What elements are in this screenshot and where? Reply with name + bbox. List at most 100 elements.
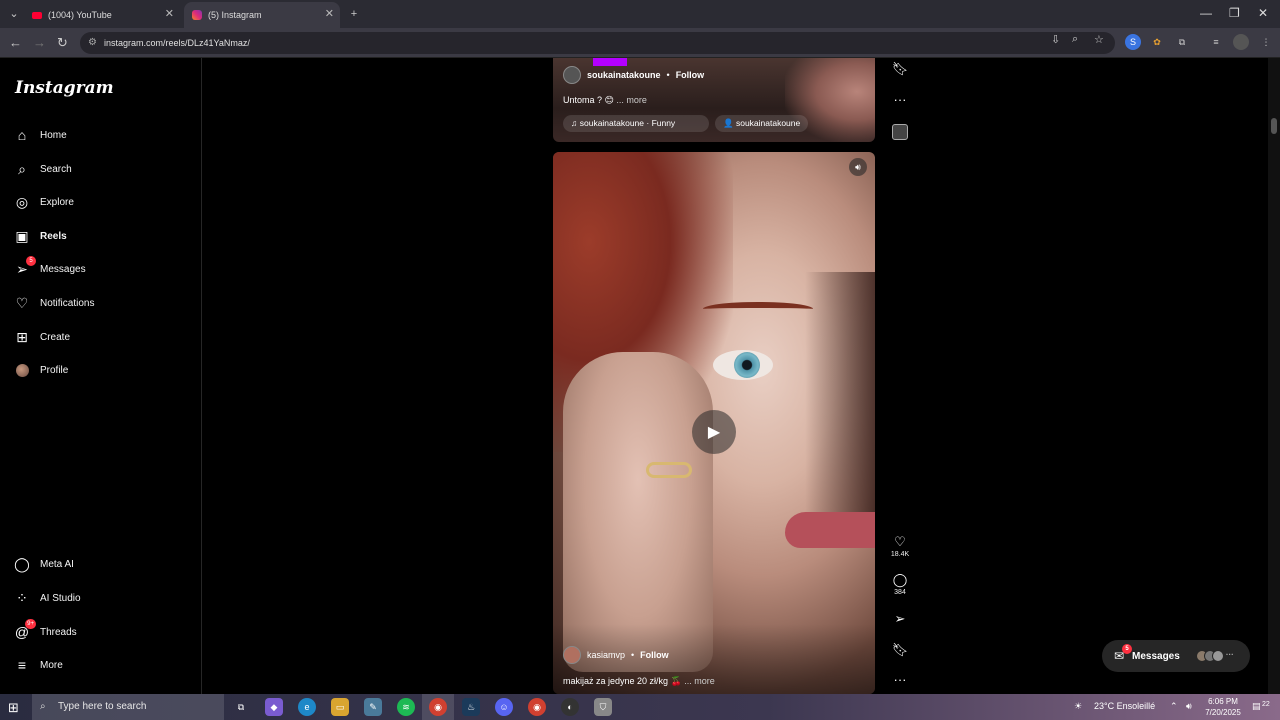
steam-icon[interactable]: ♨ [462, 698, 480, 716]
play-button[interactable]: ▶ [692, 410, 736, 454]
video-detail [785, 512, 875, 548]
bookmark-star-icon[interactable]: ☆ [1094, 33, 1104, 46]
notepad-icon[interactable]: ✎ [364, 698, 382, 716]
browser-tab-strip: ⌄ (1004) YouTube ✕ (5) Instagram ✕ + — ❐… [0, 0, 1280, 28]
follow-button[interactable]: Follow [676, 70, 705, 80]
shield-icon[interactable]: ⛉ [594, 698, 612, 716]
sidebar-item-label: More [40, 659, 63, 671]
clock-time: 6:06 PM [1208, 697, 1238, 706]
new-tab-button[interactable]: + [344, 4, 364, 24]
reel-author: kasiamvp • Follow [563, 646, 669, 664]
volume-icon[interactable]: 🔊︎ [1186, 701, 1192, 712]
more-options-button[interactable]: ··· [888, 92, 912, 107]
install-app-icon[interactable]: ⇩ [1051, 33, 1060, 46]
save-button[interactable]: 🔖︎ [888, 61, 912, 77]
chrome-profile-icon[interactable]: ◉ [528, 698, 546, 716]
video-detail [646, 462, 692, 478]
sidebar-item-notifications[interactable]: ♡ Notifications [14, 292, 95, 314]
tab-instagram[interactable]: (5) Instagram ✕ [184, 2, 340, 28]
window-close-icon[interactable]: ✕ [1258, 6, 1268, 20]
close-icon[interactable]: ✕ [165, 7, 174, 20]
sidebar-item-profile[interactable]: Profile [14, 359, 68, 381]
like-button[interactable]: ♡ 18.4K [888, 534, 912, 558]
reel-card-current[interactable]: 🔊︎ ▶ kasiamvp • Follow makijaż za jedyne… [553, 152, 875, 694]
clock[interactable]: 6:06 PM 7/20/2025 [1200, 696, 1246, 718]
sidebar-item-meta-ai[interactable]: ◯ Meta AI [14, 553, 74, 575]
extensions-puzzle-icon[interactable]: ⧉ [1174, 34, 1190, 50]
save-button[interactable]: 🔖︎ [888, 642, 912, 658]
avatar [15, 363, 29, 377]
tab-youtube[interactable]: (1004) YouTube ✕ [24, 2, 180, 28]
minimize-icon[interactable]: — [1200, 6, 1212, 20]
more-options-button[interactable]: ··· [888, 672, 912, 687]
tagged-user-chip[interactable]: 👤 soukainatakoune [715, 115, 809, 132]
reload-icon[interactable]: ↻ [57, 35, 68, 51]
more-link[interactable]: ... more [684, 676, 715, 686]
zoom-icon[interactable]: ⌕ [1072, 33, 1078, 46]
media-controls-icon[interactable]: ≡ [1208, 34, 1224, 50]
sidebar-item-ai-studio[interactable]: ⁘ AI Studio [14, 587, 80, 609]
address-bar: ← → ↻ ⚙ instagram.com/reels/DLz41YaNmaz/… [0, 28, 1280, 58]
weather-text[interactable]: 23°C Ensoleillé [1094, 701, 1155, 711]
restore-icon[interactable]: ❐ [1229, 6, 1240, 20]
reels-feed[interactable]: soukainatakoune • Follow Untoma ? 😊 ... … [202, 58, 1280, 694]
username[interactable]: soukainatakoune [587, 70, 661, 80]
audio-chip[interactable]: ♫ soukainatakoune · Funny [563, 115, 709, 132]
caption-text: Untoma ? 😊 [563, 95, 614, 105]
discord-icon[interactable]: ☺ [495, 698, 513, 716]
copilot-icon[interactable]: ◆ [265, 698, 283, 716]
spotify-icon[interactable]: ≋ [397, 698, 415, 716]
chrome-icon[interactable]: ◉ [429, 698, 447, 716]
back-icon[interactable]: ← [9, 35, 22, 50]
more-link[interactable]: ... more [616, 95, 647, 105]
url-field[interactable]: ⚙ instagram.com/reels/DLz41YaNmaz/ [80, 32, 1115, 54]
sidebar-item-create[interactable]: ⊞ Create [14, 326, 70, 348]
weather-icon[interactable]: ☀ [1074, 701, 1082, 712]
home-icon: ⌂ [17, 127, 27, 143]
avatar[interactable] [563, 646, 581, 664]
plus-square-icon: ⊞ [16, 328, 28, 345]
taskbar: ⊞ ⌕ Type here to search ⧉ ◆ e ▭ ✎ ≋ ◉ ♨ … [0, 694, 1280, 720]
sidebar-item-home[interactable]: ⌂ Home [14, 124, 67, 146]
heart-icon: ♡ [15, 294, 29, 311]
comment-button[interactable]: ◯ 384 [888, 572, 912, 596]
sidebar-item-more[interactable]: ≡ More [14, 654, 63, 676]
edge-icon[interactable]: e [298, 698, 316, 716]
notification-count: 22 [1262, 701, 1270, 708]
taskbar-search-box[interactable]: ⌕ Type here to search [32, 694, 224, 720]
task-view-icon[interactable]: ⧉ [232, 698, 250, 716]
sidebar-item-label: Reels [40, 230, 67, 242]
reel-card-previous[interactable]: soukainatakoune • Follow Untoma ? 😊 ... … [553, 58, 875, 142]
tray-chevron-icon[interactable]: ⌃ [1170, 701, 1178, 712]
avatar[interactable] [563, 66, 581, 84]
windows-start-icon[interactable]: ⊞ [8, 700, 19, 716]
sidebar-item-search[interactable]: ⌕ Search [14, 158, 72, 180]
instagram-logo[interactable]: Instagram [15, 78, 114, 98]
more-menu-icon[interactable]: ⋮ [1258, 34, 1274, 50]
audio-thumbnail[interactable] [892, 124, 908, 140]
forward-icon[interactable]: → [33, 35, 46, 50]
extension-icon[interactable]: S [1125, 34, 1141, 50]
close-icon[interactable]: ✕ [325, 7, 334, 20]
scrollbar-thumb[interactable] [1271, 118, 1277, 134]
messages-floating-button[interactable]: ✉ 5 Messages ··· [1102, 640, 1250, 672]
reel-caption: makijaż za jedyne 20 zł/kg 🍒 ... more [563, 676, 715, 687]
follow-button[interactable]: Follow [640, 650, 669, 660]
obs-icon[interactable]: ◐ [561, 698, 579, 716]
tab-search-button[interactable]: ⌄ [4, 4, 24, 24]
notification-center-icon[interactable]: ▤ [1252, 701, 1261, 712]
site-info-icon[interactable]: ⚙ [88, 32, 97, 54]
scrollbar[interactable] [1268, 58, 1280, 694]
extension-icon[interactable]: ✿ [1149, 34, 1165, 50]
sidebar-item-messages[interactable]: ➢ 5 Messages [14, 256, 86, 280]
share-button[interactable]: ➢ [888, 611, 912, 627]
search-icon: ⌕ [18, 160, 26, 177]
username[interactable]: kasiamvp [587, 650, 625, 660]
sidebar-item-explore[interactable]: ◎ Explore [14, 191, 74, 213]
sound-toggle-button[interactable]: 🔊︎ [849, 158, 867, 176]
profile-avatar[interactable] [1233, 34, 1249, 50]
sidebar-item-threads[interactable]: @9+ Threads [14, 619, 77, 643]
sidebar-item-reels[interactable]: ▣ Reels [14, 225, 67, 247]
tab-title: (5) Instagram [208, 10, 262, 20]
file-explorer-icon[interactable]: ▭ [331, 698, 349, 716]
